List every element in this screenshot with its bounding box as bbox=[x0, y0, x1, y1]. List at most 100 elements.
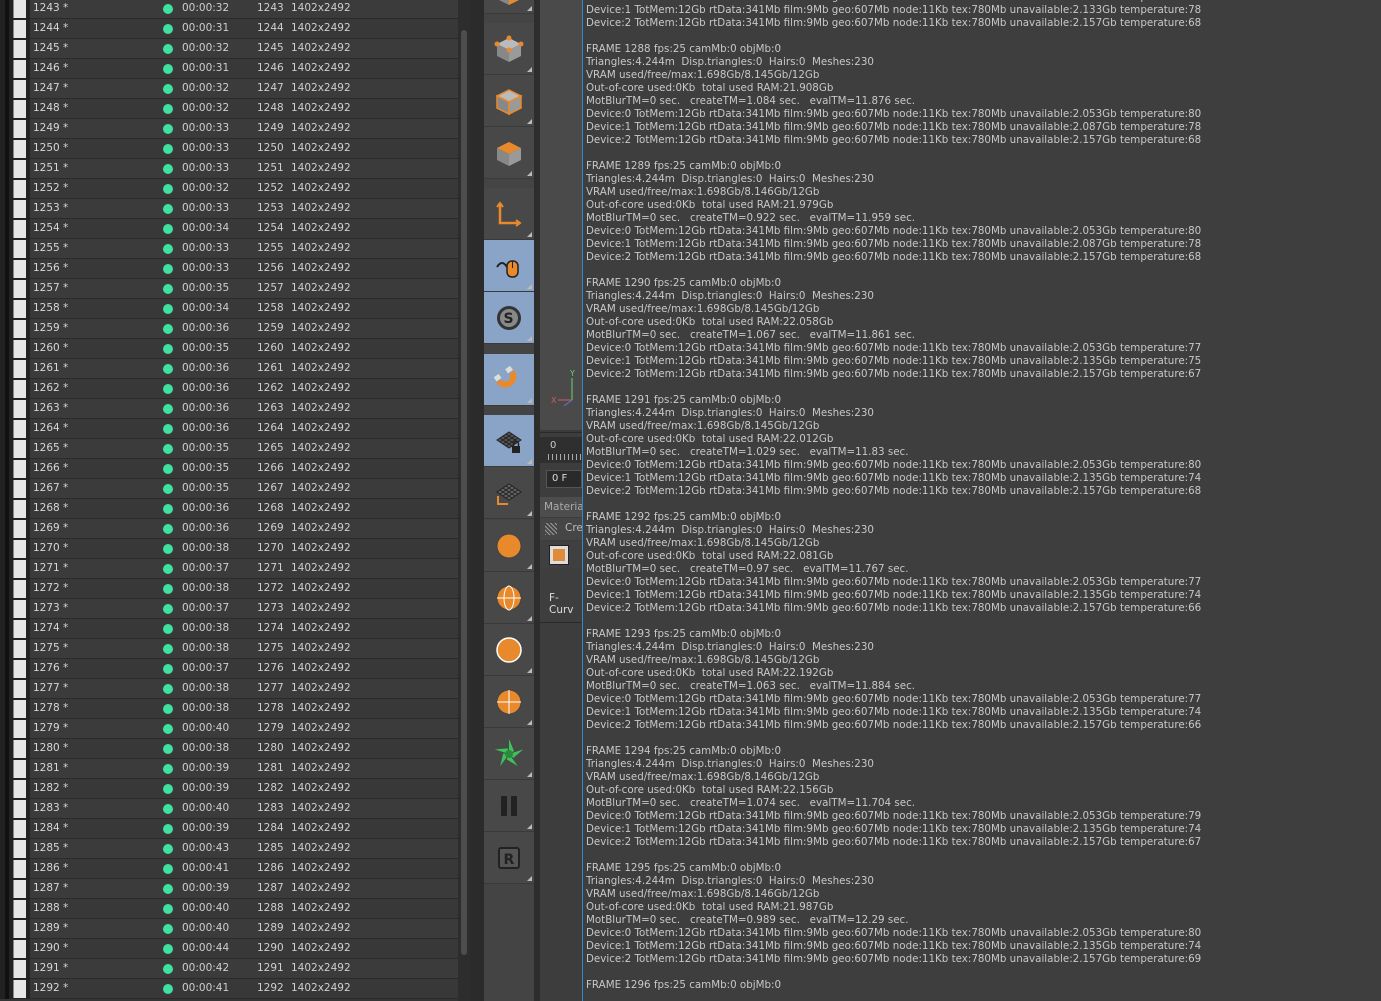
queue-row[interactable]: 1292 * 00:00:41 1292 1402x2492 bbox=[0, 979, 458, 999]
queue-row[interactable]: 1258 * 00:00:34 1258 1402x2492 bbox=[0, 299, 458, 319]
render-time: 00:00:37 bbox=[182, 562, 230, 574]
tool-button[interactable] bbox=[484, 467, 534, 519]
queue-row[interactable]: 1247 * 00:00:32 1247 1402x2492 bbox=[0, 79, 458, 99]
tool-button[interactable] bbox=[484, 624, 534, 676]
status-dot-icon bbox=[163, 44, 173, 54]
queue-row[interactable]: 1243 * 00:00:32 1243 1402x2492 bbox=[0, 0, 458, 19]
tool-button[interactable]: R bbox=[484, 832, 534, 884]
queue-row[interactable]: 1277 * 00:00:38 1277 1402x2492 bbox=[0, 679, 458, 699]
resolution: 1402x2492 bbox=[291, 982, 351, 994]
queue-row[interactable]: 1279 * 00:00:40 1279 1402x2492 bbox=[0, 719, 458, 739]
tool-button[interactable] bbox=[484, 127, 534, 179]
queue-row[interactable]: 1245 * 00:00:32 1245 1402x2492 bbox=[0, 39, 458, 59]
console-line: MotBlurTM=0 sec. createTM=1.063 sec. eva… bbox=[586, 680, 916, 692]
tab-fcurve[interactable]: F-Curv bbox=[540, 570, 582, 623]
queue-item-name: 1257 * bbox=[33, 282, 69, 294]
queue-row[interactable]: 1273 * 00:00:37 1273 1402x2492 bbox=[0, 599, 458, 619]
tool-button[interactable] bbox=[484, 780, 534, 832]
queue-row[interactable]: 1255 * 00:00:33 1255 1402x2492 bbox=[0, 239, 458, 259]
tool-button[interactable] bbox=[484, 676, 534, 728]
console-log-panel[interactable]: Device:0 TotMem:12Gb rtData:341Mb film:9… bbox=[582, 0, 1381, 1001]
queue-row[interactable]: 1281 * 00:00:39 1281 1402x2492 bbox=[0, 759, 458, 779]
tool-button[interactable] bbox=[484, 415, 534, 467]
queue-row[interactable]: 1252 * 00:00:32 1252 1402x2492 bbox=[0, 179, 458, 199]
panel-divider[interactable] bbox=[470, 0, 484, 1001]
queue-scrollbar-thumb[interactable] bbox=[461, 30, 467, 955]
material-swatch-row[interactable] bbox=[540, 541, 582, 569]
queue-row[interactable]: 1254 * 00:00:34 1254 1402x2492 bbox=[0, 219, 458, 239]
console-line: Device:2 TotMem:12Gb rtData:341Mb film:9… bbox=[586, 719, 1202, 731]
status-dot-icon bbox=[163, 924, 173, 934]
status-dot-icon bbox=[163, 224, 173, 234]
queue-row[interactable]: 1280 * 00:00:38 1280 1402x2492 bbox=[0, 739, 458, 759]
queue-scrollbar[interactable] bbox=[458, 0, 470, 1001]
queue-row[interactable]: 1253 * 00:00:33 1253 1402x2492 bbox=[0, 199, 458, 219]
tool-button[interactable] bbox=[484, 728, 534, 780]
queue-item-name: 1262 * bbox=[33, 382, 69, 394]
material-swatch[interactable] bbox=[549, 545, 569, 565]
resolution: 1402x2492 bbox=[291, 602, 351, 614]
queue-row[interactable]: 1248 * 00:00:32 1248 1402x2492 bbox=[0, 99, 458, 119]
queue-row[interactable]: 1251 * 00:00:33 1251 1402x2492 bbox=[0, 159, 458, 179]
queue-row[interactable]: 1285 * 00:00:43 1285 1402x2492 bbox=[0, 839, 458, 859]
film-strip-icon bbox=[0, 979, 30, 999]
tool-button[interactable] bbox=[484, 572, 534, 624]
tool-button[interactable] bbox=[484, 520, 534, 572]
film-strip-icon bbox=[0, 359, 30, 379]
render-time: 00:00:34 bbox=[182, 222, 230, 234]
queue-row[interactable]: 1249 * 00:00:33 1249 1402x2492 bbox=[0, 119, 458, 139]
tool-button[interactable]: S bbox=[484, 292, 534, 344]
viewport[interactable]: Y X bbox=[540, 0, 582, 433]
queue-row[interactable]: 1260 * 00:00:35 1260 1402x2492 bbox=[0, 339, 458, 359]
queue-row[interactable]: 1257 * 00:00:35 1257 1402x2492 bbox=[0, 279, 458, 299]
queue-row[interactable]: 1270 * 00:00:38 1270 1402x2492 bbox=[0, 539, 458, 559]
queue-row[interactable]: 1256 * 00:00:33 1256 1402x2492 bbox=[0, 259, 458, 279]
current-frame-field[interactable]: 0 F bbox=[546, 470, 582, 488]
tab-material[interactable]: Materia bbox=[540, 497, 582, 517]
queue-row[interactable]: 1267 * 00:00:35 1267 1402x2492 bbox=[0, 479, 458, 499]
queue-row[interactable]: 1269 * 00:00:36 1269 1402x2492 bbox=[0, 519, 458, 539]
queue-item-name: 1268 * bbox=[33, 502, 69, 514]
console-line: Triangles:4.244m Disp.triangles:0 Hairs:… bbox=[586, 56, 874, 68]
tool-button[interactable] bbox=[484, 23, 534, 75]
queue-row[interactable]: 1272 * 00:00:38 1272 1402x2492 bbox=[0, 579, 458, 599]
queue-row[interactable]: 1264 * 00:00:36 1264 1402x2492 bbox=[0, 419, 458, 439]
status-dot-icon bbox=[163, 684, 173, 694]
queue-row[interactable]: 1266 * 00:00:35 1266 1402x2492 bbox=[0, 459, 458, 479]
queue-row[interactable]: 1246 * 00:00:31 1246 1402x2492 bbox=[0, 59, 458, 79]
timeline-ruler[interactable]: 0 bbox=[540, 437, 582, 463]
queue-row[interactable]: 1283 * 00:00:40 1283 1402x2492 bbox=[0, 799, 458, 819]
tool-button[interactable] bbox=[484, 354, 534, 406]
queue-row[interactable]: 1263 * 00:00:36 1263 1402x2492 bbox=[0, 399, 458, 419]
status-dot-icon bbox=[163, 524, 173, 534]
status-dot-icon bbox=[163, 144, 173, 154]
tool-button[interactable] bbox=[484, 240, 534, 292]
queue-row[interactable]: 1262 * 00:00:36 1262 1402x2492 bbox=[0, 379, 458, 399]
queue-row[interactable]: 1287 * 00:00:39 1287 1402x2492 bbox=[0, 879, 458, 899]
tool-button[interactable] bbox=[484, 0, 534, 14]
queue-row[interactable]: 1250 * 00:00:33 1250 1402x2492 bbox=[0, 139, 458, 159]
queue-row[interactable]: 1275 * 00:00:38 1275 1402x2492 bbox=[0, 639, 458, 659]
queue-row[interactable]: 1261 * 00:00:36 1261 1402x2492 bbox=[0, 359, 458, 379]
queue-row[interactable]: 1286 * 00:00:41 1286 1402x2492 bbox=[0, 859, 458, 879]
console-line: Device:1 TotMem:12Gb rtData:341Mb film:9… bbox=[586, 121, 1202, 133]
queue-row[interactable]: 1268 * 00:00:36 1268 1402x2492 bbox=[0, 499, 458, 519]
queue-row[interactable]: 1289 * 00:00:40 1289 1402x2492 bbox=[0, 919, 458, 939]
queue-row[interactable]: 1244 * 00:00:31 1244 1402x2492 bbox=[0, 19, 458, 39]
queue-row[interactable]: 1276 * 00:00:37 1276 1402x2492 bbox=[0, 659, 458, 679]
queue-row[interactable]: 1284 * 00:00:39 1284 1402x2492 bbox=[0, 819, 458, 839]
queue-row[interactable]: 1259 * 00:00:36 1259 1402x2492 bbox=[0, 319, 458, 339]
queue-row[interactable]: 1290 * 00:00:44 1290 1402x2492 bbox=[0, 939, 458, 959]
frame-number: 1286 bbox=[257, 862, 284, 874]
queue-row[interactable]: 1265 * 00:00:35 1265 1402x2492 bbox=[0, 439, 458, 459]
queue-item-name: 1288 * bbox=[33, 902, 69, 914]
queue-row[interactable]: 1274 * 00:00:38 1274 1402x2492 bbox=[0, 619, 458, 639]
queue-row[interactable]: 1271 * 00:00:37 1271 1402x2492 bbox=[0, 559, 458, 579]
queue-row[interactable]: 1291 * 00:00:42 1291 1402x2492 bbox=[0, 959, 458, 979]
material-create-menu[interactable]: Cre bbox=[540, 518, 582, 540]
queue-row[interactable]: 1278 * 00:00:38 1278 1402x2492 bbox=[0, 699, 458, 719]
queue-row[interactable]: 1288 * 00:00:40 1288 1402x2492 bbox=[0, 899, 458, 919]
tool-button[interactable] bbox=[484, 75, 534, 127]
tool-button[interactable] bbox=[484, 188, 534, 240]
queue-row[interactable]: 1282 * 00:00:39 1282 1402x2492 bbox=[0, 779, 458, 799]
